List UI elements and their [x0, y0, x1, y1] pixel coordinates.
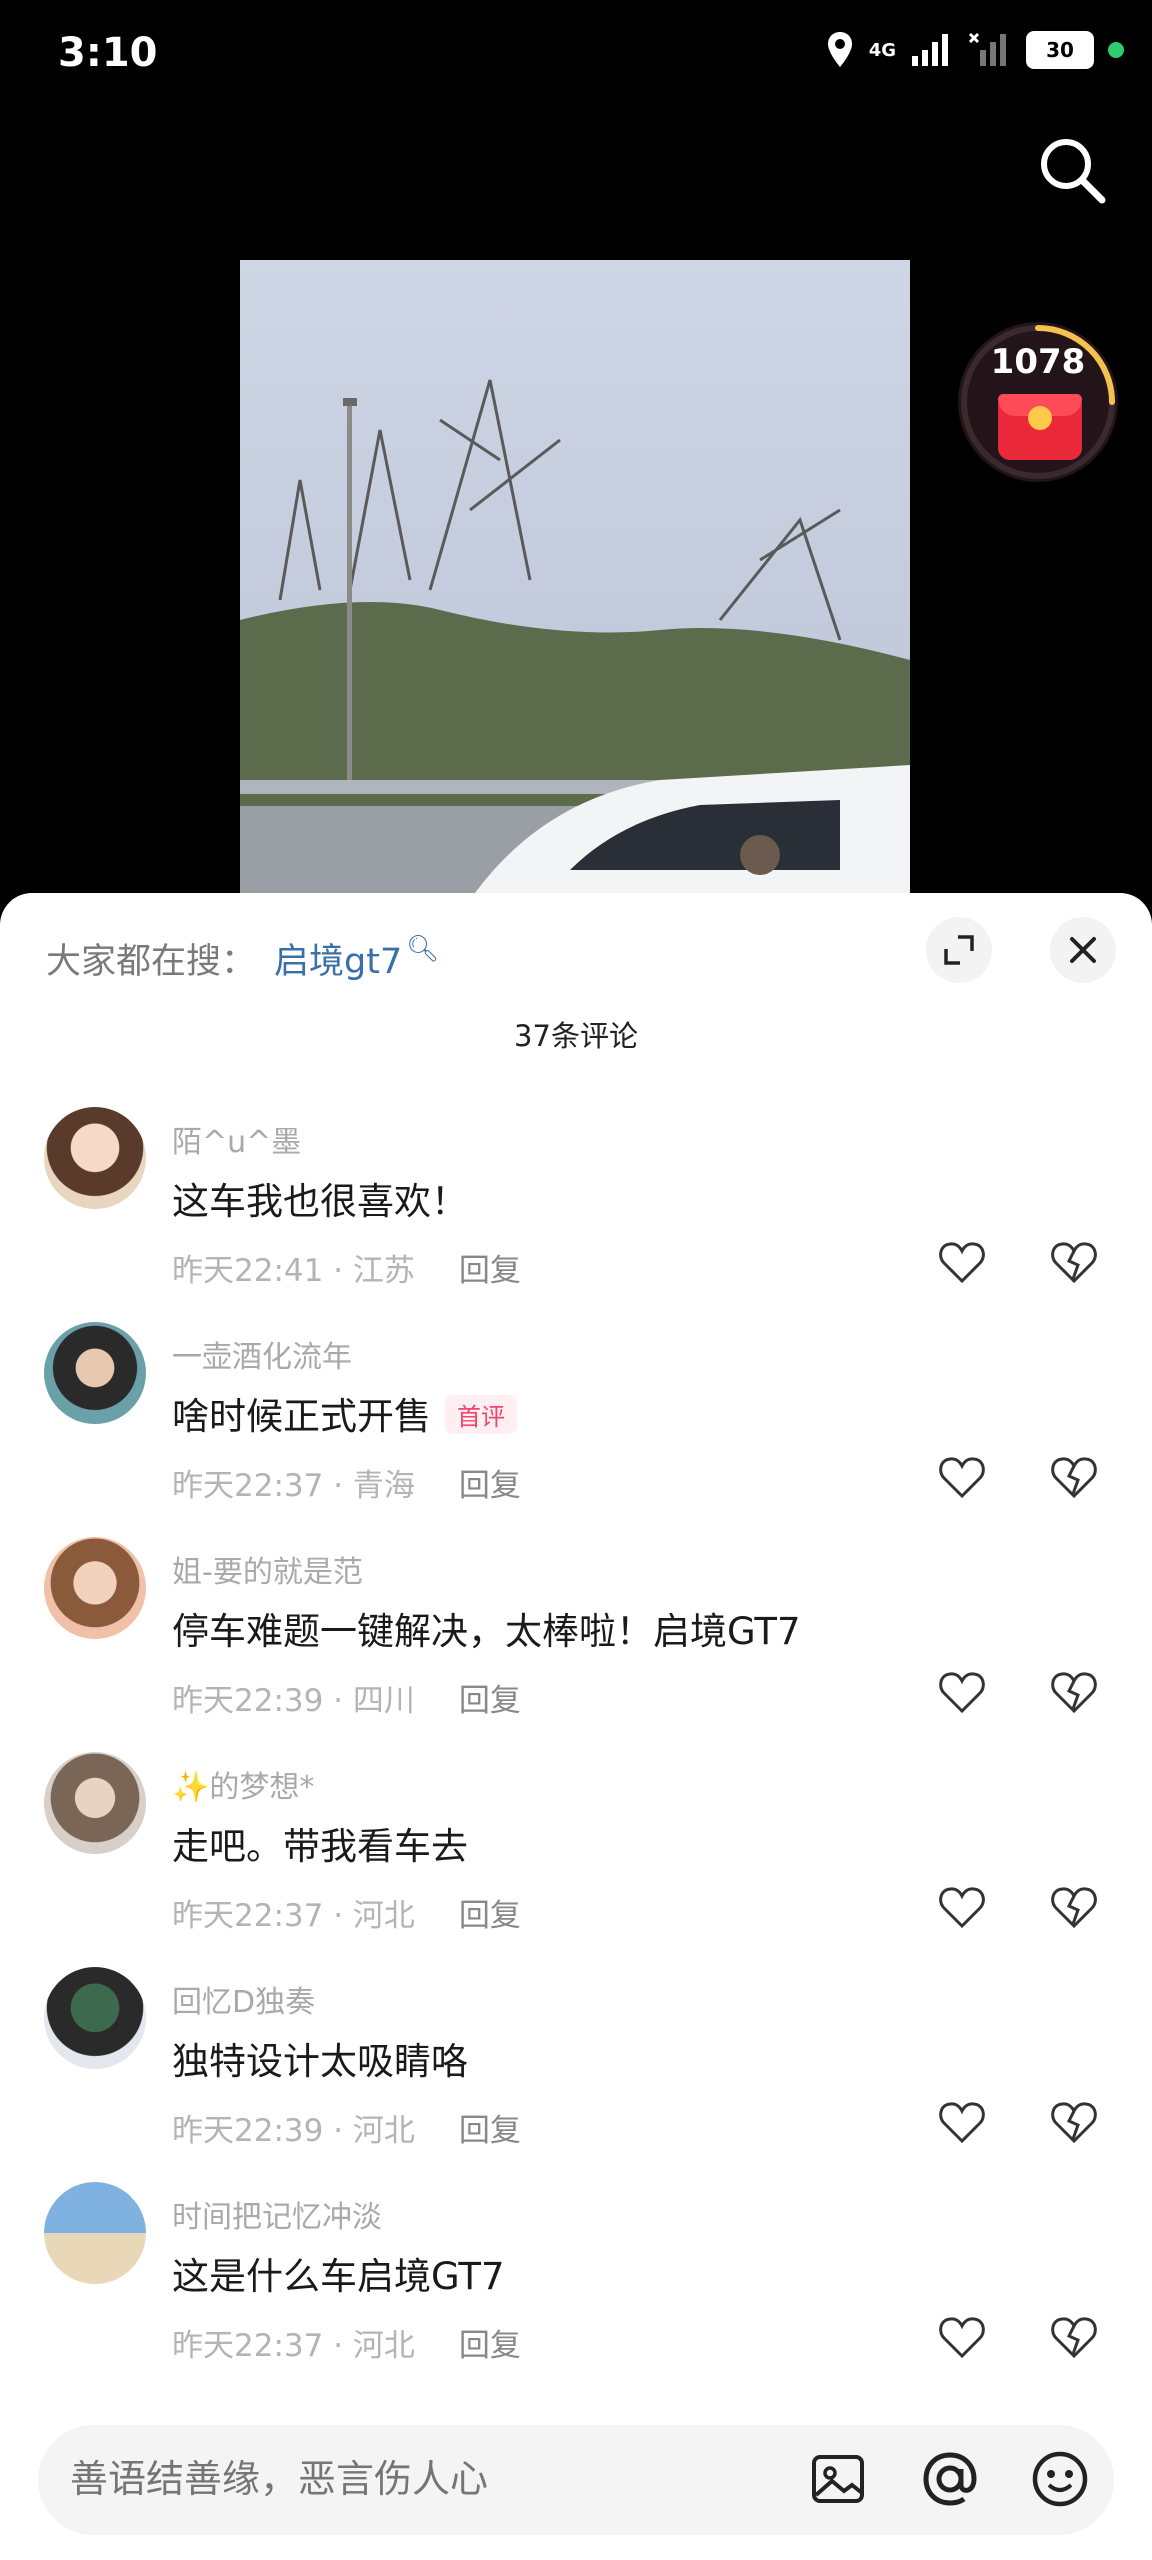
comment-text-row: 啥时候正式开售 首评 [172, 1386, 517, 1440]
like-icon[interactable] [936, 1235, 988, 1287]
comment-meta: 昨天22:37 · 河北 回复 [172, 2328, 521, 2364]
reply-button[interactable]: 回复 [459, 1683, 521, 1719]
dislike-icon[interactable] [1048, 2095, 1100, 2147]
reply-button[interactable]: 回复 [459, 1253, 521, 1289]
comment-location: 河北 [352, 2113, 415, 2149]
comment-location: 四川 [352, 1683, 415, 1719]
comment-item: ✨的梦想* 走吧。带我看车去 昨天22:37 · 河北 回复 [0, 1752, 1152, 1952]
location-icon [827, 32, 852, 67]
red-packet-widget[interactable]: 1078 [958, 322, 1118, 482]
reply-button[interactable]: 回复 [459, 1468, 521, 1504]
signal-off-icon [968, 32, 1006, 66]
comment-item: 时间把记忆冲淡 这是什么车启境GT7 昨天22:37 · 河北 回复 [0, 2182, 1152, 2382]
like-icon[interactable] [936, 1880, 988, 1932]
network-type: 4G [868, 39, 896, 61]
reply-button[interactable]: 回复 [459, 2113, 521, 2149]
comment-username[interactable]: 姐-要的就是范 [172, 1547, 363, 1591]
privacy-dot [1108, 42, 1124, 58]
reply-button[interactable]: 回复 [459, 2328, 521, 2364]
comment-text: 这是什么车启境GT7 [172, 2255, 505, 2298]
status-bar: 3:10 4G 30 [0, 0, 1152, 110]
comment-time: 昨天22:37 [172, 2328, 324, 2364]
avatar[interactable] [44, 1752, 146, 1854]
comment-input-bar [38, 2425, 1114, 2535]
comment-text: 走吧。带我看车去 [172, 1825, 468, 1868]
comment-text: 啥时候正式开售 [172, 1395, 431, 1438]
avatar[interactable] [44, 2182, 146, 2284]
avatar[interactable] [44, 1107, 146, 1209]
comment-time: 昨天22:37 [172, 1468, 324, 1504]
close-button[interactable] [1050, 917, 1116, 983]
comment-meta: 昨天22:41 · 江苏 回复 [172, 1253, 521, 1289]
comment-username[interactable]: 陌^u^墨 [172, 1117, 301, 1161]
comment-location: 河北 [352, 1898, 415, 1934]
red-packet-count: 1078 [990, 342, 1086, 382]
hot-search-keyword[interactable]: 启境gt7 [274, 933, 402, 984]
comment-meta: 昨天22:39 · 四川 回复 [172, 1683, 521, 1719]
comment-location: 江苏 [352, 1253, 415, 1289]
first-comment-badge: 首评 [445, 1395, 517, 1434]
video-frame [240, 260, 910, 900]
search-icon[interactable] [1032, 130, 1112, 210]
expand-icon [944, 935, 974, 965]
avatar[interactable] [44, 1322, 146, 1424]
comment-text: 独特设计太吸睛咯 [172, 2040, 468, 2083]
comment-time: 昨天22:41 [172, 1253, 324, 1289]
like-icon[interactable] [936, 1450, 988, 1502]
comment-count: 37条评论 [514, 1019, 638, 1053]
dislike-icon[interactable] [1048, 1235, 1100, 1287]
close-icon [1070, 937, 1096, 963]
signal-icon [912, 34, 948, 66]
battery-icon: 30 [1026, 31, 1094, 69]
expand-button[interactable] [926, 917, 992, 983]
comment-item: 陌^u^墨 这车我也很喜欢！ 昨天22:41 · 江苏 回复 [0, 1107, 1152, 1307]
video-preview[interactable] [240, 260, 910, 900]
image-icon[interactable] [806, 2447, 870, 2511]
comment-item: 一壶酒化流年 啥时候正式开售 首评 昨天22:37 · 青海 回复 [0, 1322, 1152, 1522]
comment-username[interactable]: ✨的梦想* [172, 1762, 314, 1806]
comment-meta: 昨天22:37 · 青海 回复 [172, 1468, 521, 1504]
avatar[interactable] [44, 1537, 146, 1639]
comment-username[interactable]: 回忆D独奏 [172, 1977, 315, 2021]
comment-username[interactable]: 一壶酒化流年 [172, 1332, 352, 1376]
comment-time: 昨天22:39 [172, 1683, 324, 1719]
dislike-icon[interactable] [1048, 1665, 1100, 1717]
like-icon[interactable] [936, 1665, 988, 1717]
hot-search-bar[interactable]: 大家都在搜： 启境gt7 🔍︎ [46, 933, 439, 984]
comment-time: 昨天22:37 [172, 1898, 324, 1934]
comment-time: 昨天22:39 [172, 2113, 324, 2149]
reply-button[interactable]: 回复 [459, 1898, 521, 1934]
dislike-icon[interactable] [1048, 1880, 1100, 1932]
comment-text: 停车难题一键解决，太棒啦！启境GT7 [172, 1610, 801, 1653]
comment-item: 姐-要的就是范 停车难题一键解决，太棒啦！启境GT7 昨天22:39 · 四川回… [0, 1537, 1152, 1737]
mention-icon[interactable] [918, 2447, 982, 2511]
comment-meta: 昨天22:37 · 河北 回复 [172, 1898, 521, 1934]
small-search-icon: 🔍︎ [406, 933, 440, 964]
avatar[interactable] [44, 1967, 146, 2069]
comment-text: 这车我也很喜欢！ [172, 1180, 468, 1223]
like-icon[interactable] [936, 2310, 988, 2362]
comment-location: 河北 [352, 2328, 415, 2364]
like-icon[interactable] [936, 2095, 988, 2147]
status-time: 3:10 [58, 30, 158, 76]
red-envelope-icon [998, 394, 1082, 460]
comment-location: 青海 [352, 1468, 415, 1504]
comment-username[interactable]: 时间把记忆冲淡 [172, 2192, 382, 2236]
status-icons: 4G 30 [825, 30, 1124, 70]
comment-meta: 昨天22:39 · 河北 回复 [172, 2113, 521, 2149]
dislike-icon[interactable] [1048, 1450, 1100, 1502]
emoji-icon[interactable] [1028, 2447, 1092, 2511]
dislike-icon[interactable] [1048, 2310, 1100, 2362]
hot-search-label: 大家都在搜： [46, 942, 257, 982]
comment-item: 回忆D独奏 独特设计太吸睛咯 昨天22:39 · 河北 回复 [0, 1967, 1152, 2167]
comment-input[interactable] [70, 2457, 770, 2501]
